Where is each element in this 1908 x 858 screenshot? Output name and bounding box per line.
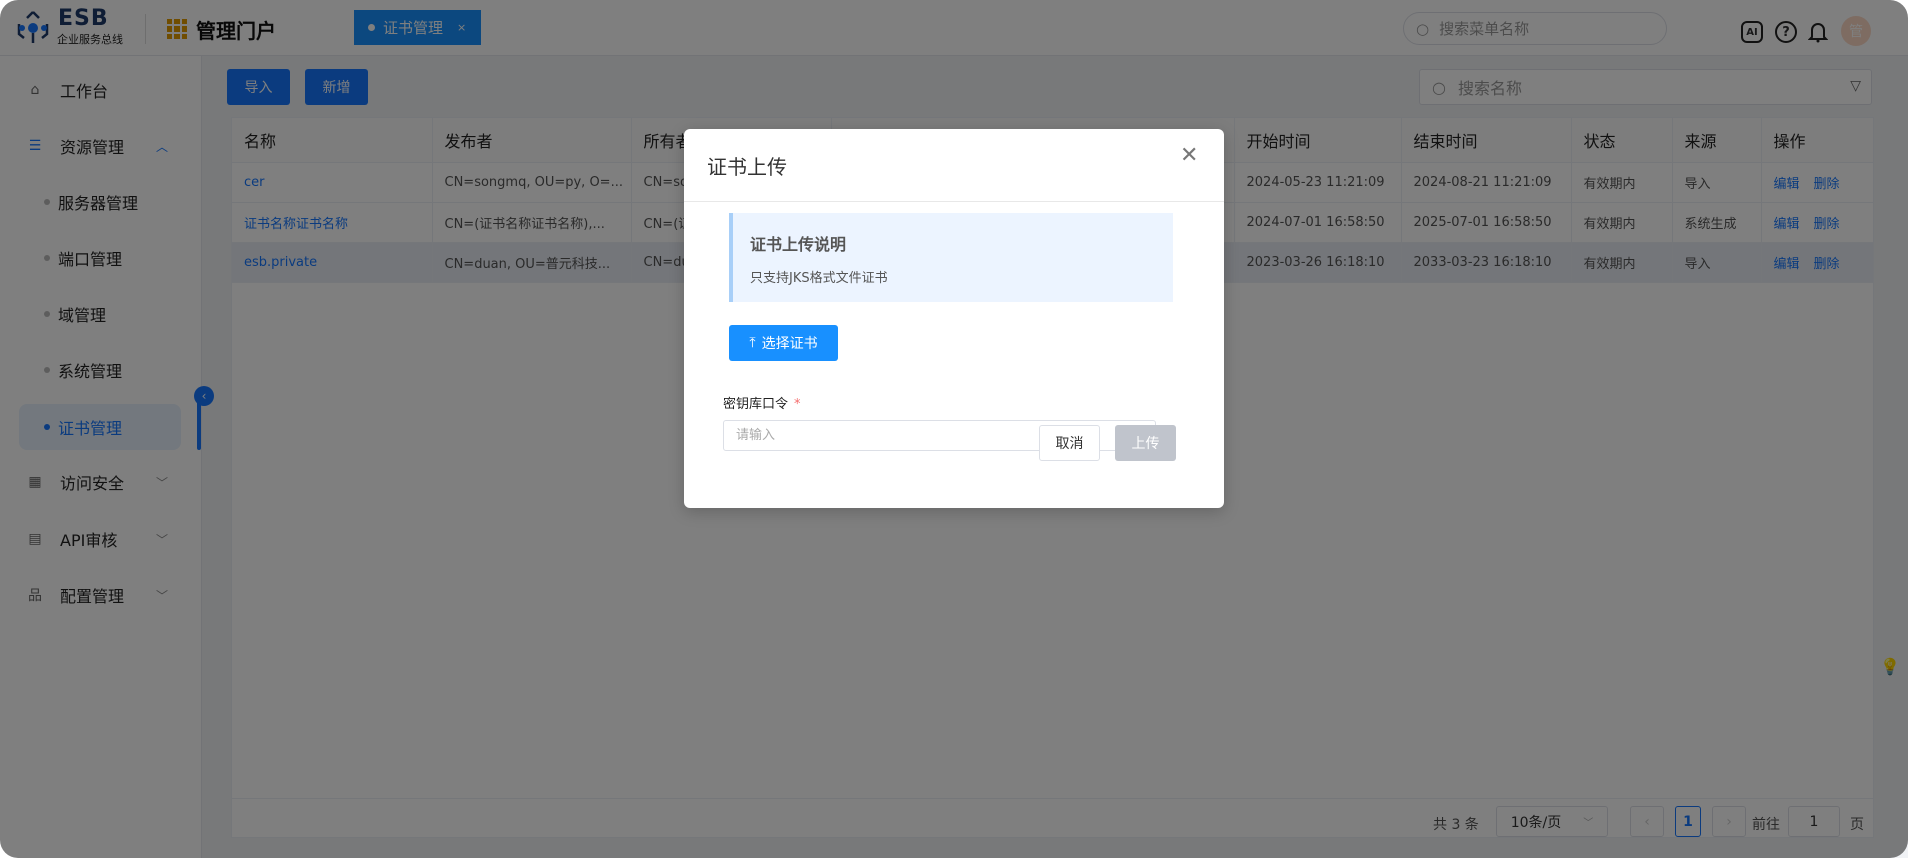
label-text: 密钥库口令 <box>723 397 789 412</box>
divider <box>684 201 1224 202</box>
cert-upload-dialog: 证书上传 ✕ 证书上传说明只支持JKS格式文件证书 ⤒ 选择证书 密钥库口令 * 取… <box>684 129 1224 508</box>
upload-button[interactable]: 上传 <box>1115 425 1176 461</box>
keystore-password-label: 密钥库口令 * <box>723 393 801 412</box>
choose-cert-button[interactable]: ⤒ 选择证书 <box>729 325 838 361</box>
close-icon[interactable]: ✕ <box>1180 143 1198 168</box>
dialog-title: 证书上传 <box>707 155 787 179</box>
info-box: 证书上传说明只支持JKS格式文件证书 <box>729 213 1173 302</box>
required-mark: * <box>794 397 801 412</box>
info-title: 证书上传说明 <box>750 235 847 254</box>
info-text: 只支持JKS格式文件证书 <box>750 271 888 286</box>
cancel-button[interactable]: 取消 <box>1039 425 1100 461</box>
upload-icon: ⤒ <box>749 335 756 351</box>
button-label: 选择证书 <box>761 336 818 352</box>
